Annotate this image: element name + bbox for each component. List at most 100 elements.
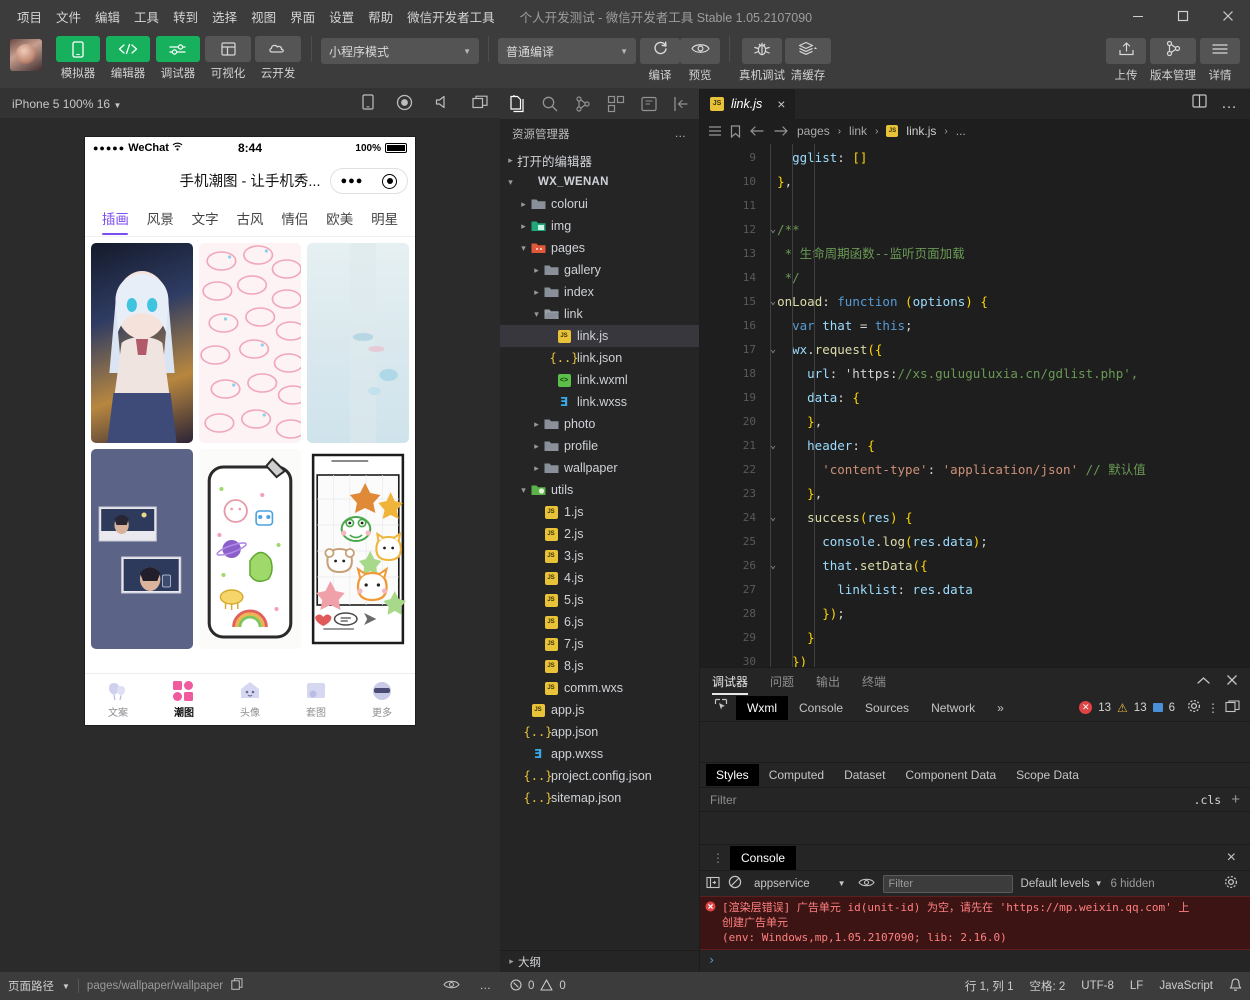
code-line[interactable]: wx.request({	[762, 338, 1250, 362]
status-encoding[interactable]: UTF-8	[1081, 980, 1114, 992]
code-line[interactable]: },	[762, 410, 1250, 434]
tree-item-wallpaper[interactable]: ▸ wallpaper	[500, 457, 699, 479]
tree-item-3-js[interactable]: JS 3.js	[500, 545, 699, 567]
editor-tab-linkjs[interactable]: JS link.js ×	[700, 89, 796, 119]
split-editor-icon[interactable]	[1192, 94, 1207, 113]
version-control-button[interactable]	[1150, 38, 1196, 64]
gear-icon[interactable]	[1224, 875, 1244, 892]
console-filter-input[interactable]: Filter	[882, 874, 1013, 893]
tree-item-profile[interactable]: ▸ profile	[500, 435, 699, 457]
page-path-label[interactable]: 页面路径	[8, 978, 54, 994]
compile-button[interactable]	[640, 38, 680, 64]
close-icon[interactable]: ×	[1227, 849, 1244, 867]
menu-item-select[interactable]: 选择	[205, 3, 244, 30]
code-line[interactable]: var that = this;	[762, 314, 1250, 338]
tree-item--[interactable]: ▸ 打开的编辑器	[500, 149, 699, 171]
panel-tab-terminal[interactable]: 终端	[862, 669, 886, 694]
menu-item-file[interactable]: 文件	[49, 3, 88, 30]
breadcrumb-item-linkjs[interactable]: link.js	[906, 124, 936, 138]
compile-select[interactable]: 普通编译 ▼	[498, 38, 636, 64]
tree-item-comm-wxs[interactable]: JS comm.wxs	[500, 677, 699, 699]
more-icon[interactable]: …	[480, 980, 493, 992]
code-line[interactable]: },	[762, 482, 1250, 506]
more-icon[interactable]: …	[675, 128, 688, 140]
breadcrumb-item-pages[interactable]: pages	[797, 124, 830, 138]
close-button[interactable]	[1205, 0, 1250, 32]
tree-item-sitemap-json[interactable]: {..} sitemap.json	[500, 787, 699, 809]
tree-item-wx-wenan[interactable]: ▾ WX_WENAN	[500, 171, 699, 193]
phone-tabbar-gengduo[interactable]: 更多	[349, 680, 415, 719]
devtools-tab-console[interactable]: Console	[788, 696, 854, 720]
tree-item-link-json[interactable]: {..} link.json	[500, 347, 699, 369]
console-context-select[interactable]: appservice ▼	[750, 876, 850, 892]
panel-tab-output[interactable]: 输出	[816, 669, 840, 694]
phone-tab-oumei[interactable]: 欧美	[317, 202, 362, 235]
details-button[interactable]	[1200, 38, 1240, 64]
devtools-tab-wxml[interactable]: Wxml	[736, 695, 788, 720]
tree-item-5-js[interactable]: JS 5.js	[500, 589, 699, 611]
code-line[interactable]: linklist: res.data	[762, 578, 1250, 602]
volume-icon[interactable]	[435, 95, 450, 112]
close-icon[interactable]	[1226, 674, 1238, 689]
tree-item-4-js[interactable]: JS 4.js	[500, 567, 699, 589]
code-line[interactable]: gglist: []	[762, 146, 1250, 170]
style-tab-styles[interactable]: Styles	[706, 764, 759, 786]
toolbar-debugger-button[interactable]: 调试器	[154, 36, 202, 81]
phone-tabbar-touxiang[interactable]: 头像	[217, 680, 283, 719]
status-indentation[interactable]: 空格: 2	[1030, 978, 1066, 994]
wallpaper-item[interactable]	[307, 449, 409, 649]
style-tab-scope-data[interactable]: Scope Data	[1006, 764, 1089, 786]
breadcrumb-item-more[interactable]: ...	[956, 124, 966, 138]
tree-item-link[interactable]: ▾ link	[500, 303, 699, 325]
code-line[interactable]: console.log(res.data);	[762, 530, 1250, 554]
menu-item-devtools[interactable]: 微信开发者工具	[400, 3, 502, 30]
forward-arrow-icon[interactable]	[773, 125, 789, 137]
toolbar-visualization-button[interactable]: 可视化	[204, 36, 252, 81]
wxml-element-tree[interactable]	[700, 722, 1250, 762]
code-line[interactable]: data: {	[762, 386, 1250, 410]
tree-item-2-js[interactable]: JS 2.js	[500, 523, 699, 545]
wallpaper-item[interactable]	[91, 243, 193, 443]
outline-section[interactable]: ▸ 大纲	[500, 950, 699, 972]
code-line[interactable]: url: 'https://xs.guluguluxia.cn/gdlist.p…	[762, 362, 1250, 386]
dock-icon[interactable]	[1225, 699, 1240, 716]
tree-item-6-js[interactable]: JS 6.js	[500, 611, 699, 633]
more-dots-icon[interactable]: ●●●	[341, 175, 364, 187]
preview-button[interactable]	[680, 38, 720, 64]
window-icon[interactable]	[472, 95, 488, 112]
add-rule-button[interactable]: +	[1231, 791, 1240, 808]
code-line[interactable]: 'content-type': 'application/json' // 默认…	[762, 458, 1250, 482]
console-prompt[interactable]: ›	[700, 950, 1250, 970]
inspect-icon[interactable]	[706, 698, 736, 717]
phone-tab-qinglv[interactable]: 情侣	[272, 202, 317, 235]
code-line[interactable]: header: {	[762, 434, 1250, 458]
tree-item-app-json[interactable]: {..} app.json	[500, 721, 699, 743]
sidebar-icon[interactable]	[706, 876, 720, 892]
devtools-tab-overflow[interactable]: »	[986, 696, 1015, 720]
back-arrow-icon[interactable]	[749, 125, 765, 137]
tree-item-app-wxss[interactable]: Ǝapp.wxss	[500, 743, 699, 765]
status-eol[interactable]: LF	[1130, 980, 1143, 992]
code-line[interactable]: });	[762, 602, 1250, 626]
code-line[interactable]: })	[762, 650, 1250, 667]
menu-item-settings[interactable]: 设置	[322, 3, 361, 30]
kebab-icon[interactable]: ⋮	[706, 852, 730, 864]
bookmark-icon[interactable]	[730, 125, 741, 138]
menu-item-project[interactable]: 项目	[10, 3, 49, 30]
extensions-icon[interactable]	[606, 93, 627, 115]
code-editor[interactable]: 9 10 11 12 ⌄ 13 14 15 ⌄ 16 17 ⌄ 18 19 20 21 ⌄ 22 23 24 ⌄ 25 26…	[700, 144, 1250, 667]
gear-icon[interactable]	[1187, 699, 1201, 716]
breadcrumb-item-link[interactable]: link	[849, 124, 867, 138]
phone-tab-wenzi[interactable]: 文字	[183, 202, 228, 235]
phone-tabbar-taotu[interactable]: 套图	[283, 680, 349, 719]
code-line[interactable]: success(res) {	[762, 506, 1250, 530]
wallpaper-item[interactable]	[199, 243, 301, 443]
phone-rotate-icon[interactable]	[362, 94, 374, 113]
status-cursor-position[interactable]: 行 1, 列 1	[965, 978, 1014, 994]
menu-item-interface[interactable]: 界面	[283, 3, 322, 30]
code-line[interactable]: * 生命周期函数--监听页面加载	[762, 242, 1250, 266]
code-line[interactable]	[762, 194, 1250, 218]
cls-toggle[interactable]: .cls	[1194, 793, 1222, 807]
files-icon[interactable]	[506, 93, 527, 115]
wechat-capsule[interactable]: ●●●	[330, 168, 408, 194]
